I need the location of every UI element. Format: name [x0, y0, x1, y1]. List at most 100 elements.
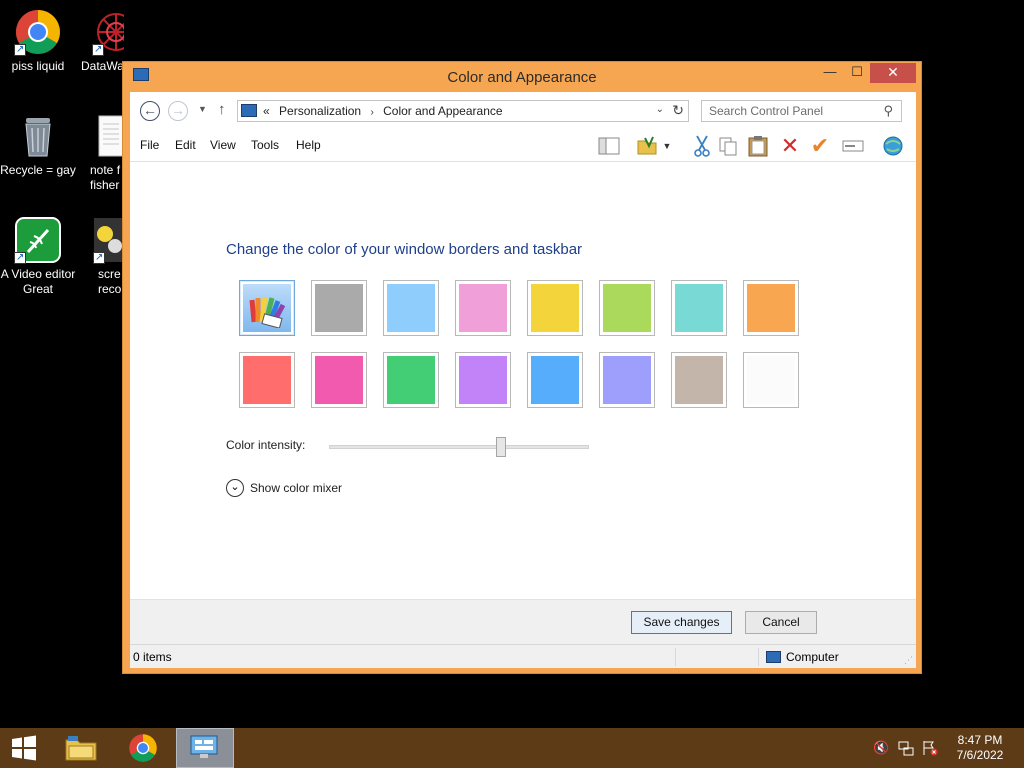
- desktop-icon-note[interactable]: note f fisher: [84, 112, 124, 193]
- taskbar-file-explorer[interactable]: [52, 728, 110, 768]
- desktop-icon-recycle-bin[interactable]: Recycle = gay: [0, 112, 78, 178]
- cancel-button[interactable]: Cancel: [745, 611, 817, 634]
- menu-help[interactable]: Help: [296, 138, 321, 152]
- desktop-icon-label: A Video editor Great: [0, 267, 76, 296]
- save-changes-button[interactable]: Save changes: [631, 611, 732, 634]
- color-swatch-gray[interactable]: [311, 280, 367, 336]
- chevron-right-icon[interactable]: ›: [370, 107, 373, 118]
- swatch-fill: [315, 284, 363, 332]
- menu-edit[interactable]: Edit: [175, 138, 196, 152]
- status-divider: [675, 648, 676, 666]
- desktop-icon-video-editor[interactable]: A Video editor Great: [0, 216, 78, 297]
- copy-icon[interactable]: [716, 134, 740, 158]
- color-swatch-light-blue[interactable]: [383, 280, 439, 336]
- file-explorer-icon: [65, 736, 97, 761]
- network-icon[interactable]: [898, 740, 914, 759]
- system-clock[interactable]: 8:47 PM 7/6/2022: [948, 733, 1012, 763]
- swatch-fill: [243, 356, 291, 404]
- color-swatch-blue[interactable]: [527, 352, 583, 408]
- color-swatch-taupe[interactable]: [671, 352, 727, 408]
- minimize-button[interactable]: —: [817, 63, 843, 83]
- button-bar: Save changes Cancel: [130, 599, 916, 644]
- properties-check-icon[interactable]: ✔: [808, 133, 832, 158]
- preview-pane-icon[interactable]: [597, 134, 621, 158]
- window-title: Color and Appearance: [447, 69, 597, 86]
- cut-icon[interactable]: [690, 134, 714, 158]
- taskbar-chrome[interactable]: [114, 728, 172, 768]
- swatch-fill: [387, 284, 435, 332]
- navigation-bar: ← → ▼ ↑ « Personalization › Color and Ap…: [130, 92, 916, 130]
- menu-bar: File Edit View Tools Help ▼ ✕ ✔: [130, 130, 916, 162]
- taskbar: 🔇 8:47 PM 7/6/2022: [0, 728, 1024, 768]
- breadcrumb-personalization[interactable]: Personalization: [279, 104, 361, 118]
- rename-icon[interactable]: [841, 134, 865, 158]
- color-swatch-teal[interactable]: [671, 280, 727, 336]
- resize-grip-icon[interactable]: ⋰: [904, 655, 913, 666]
- color-intensity-label: Color intensity:: [226, 438, 306, 452]
- swatch-fill: [603, 356, 651, 404]
- text-document-icon: [98, 112, 124, 160]
- color-swatch-white[interactable]: [743, 352, 799, 408]
- menu-file[interactable]: File: [140, 138, 159, 152]
- status-bar: 0 items Computer ⋰: [130, 644, 916, 668]
- clock-date: 7/6/2022: [956, 748, 1004, 762]
- color-swatch-green[interactable]: [383, 352, 439, 408]
- swatch-fill: [603, 284, 651, 332]
- forward-button[interactable]: →: [168, 101, 188, 121]
- search-placeholder[interactable]: Search Control Panel: [709, 104, 823, 118]
- up-arrow-icon[interactable]: ↑: [218, 101, 226, 118]
- color-palette-icon: [249, 296, 286, 328]
- paste-icon[interactable]: [746, 134, 770, 158]
- swatch-fill: [315, 356, 363, 404]
- folder-options-icon[interactable]: [635, 134, 659, 158]
- close-button[interactable]: ✕: [870, 63, 916, 83]
- screen-recorder-icon: [93, 216, 124, 265]
- color-intensity-slider[interactable]: [329, 445, 589, 449]
- color-swatch-pink[interactable]: [455, 280, 511, 336]
- color-swatch-lime[interactable]: [599, 280, 655, 336]
- color-swatch-orange[interactable]: [743, 280, 799, 336]
- chevron-down-icon[interactable]: ⌄: [226, 479, 244, 497]
- address-bar[interactable]: « Personalization › Color and Appearance…: [237, 100, 689, 122]
- chrome-icon: [129, 734, 157, 762]
- maximize-button[interactable]: ☐: [844, 63, 870, 83]
- desktop-icon-datawatch[interactable]: DataWa: [76, 8, 124, 74]
- internet-globe-icon[interactable]: [881, 134, 905, 158]
- volume-muted-icon[interactable]: 🔇: [873, 740, 889, 756]
- back-button[interactable]: ←: [140, 101, 160, 121]
- desktop-icon-chrome[interactable]: piss liquid: [0, 8, 78, 74]
- clock-time: 8:47 PM: [957, 733, 1003, 747]
- desktop-icon-screen-recorder[interactable]: scre recor: [88, 216, 124, 297]
- delete-icon[interactable]: ✕: [778, 133, 802, 158]
- video-editor-icon: [14, 216, 62, 265]
- color-swatch-red[interactable]: [239, 352, 295, 408]
- desktop-icon-label: piss liquid: [11, 59, 65, 73]
- show-color-mixer-label[interactable]: Show color mixer: [250, 481, 342, 495]
- datawatch-icon: [92, 8, 124, 57]
- color-swatch-magenta[interactable]: [311, 352, 367, 408]
- color-swatch-automatic[interactable]: [239, 280, 295, 336]
- color-swatch-yellow[interactable]: [527, 280, 583, 336]
- breadcrumb-overflow[interactable]: «: [263, 104, 270, 118]
- breadcrumb-color-and-appearance[interactable]: Color and Appearance: [383, 104, 502, 118]
- title-bar[interactable]: Color and Appearance — ☐ ✕: [123, 62, 921, 92]
- color-swatch-purple[interactable]: [455, 352, 511, 408]
- taskbar-control-panel[interactable]: [176, 728, 234, 768]
- menu-view[interactable]: View: [210, 138, 236, 152]
- swatch-fill: [459, 284, 507, 332]
- refresh-icon[interactable]: ↻: [672, 102, 684, 119]
- color-intensity-slider-thumb[interactable]: [495, 437, 506, 457]
- start-button[interactable]: [0, 728, 48, 768]
- folder-options-dropdown-icon[interactable]: ▼: [660, 134, 674, 158]
- action-center-flag-icon[interactable]: [922, 740, 938, 759]
- desktop-icon-label: scre recor: [98, 267, 124, 296]
- color-swatch-lavender[interactable]: [599, 352, 655, 408]
- search-box[interactable]: Search Control Panel ⚲: [701, 100, 902, 122]
- status-location-label: Computer: [786, 650, 839, 664]
- recent-locations-dropdown-icon[interactable]: ▼: [198, 104, 207, 114]
- menu-tools[interactable]: Tools: [251, 138, 279, 152]
- desktop-icon-label: Recycle = gay: [0, 163, 76, 177]
- search-icon[interactable]: ⚲: [883, 103, 893, 119]
- address-dropdown-icon[interactable]: ⌄: [656, 104, 664, 115]
- windows-logo-icon: [12, 735, 36, 761]
